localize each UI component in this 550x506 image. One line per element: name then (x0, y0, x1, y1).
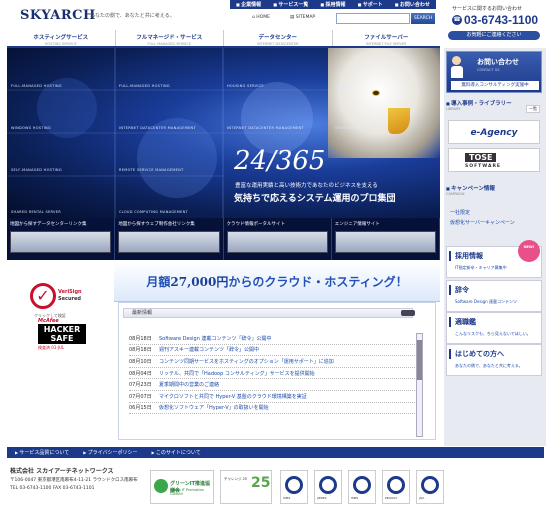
link-strip: 地図から探すデータセンターリンク集 地図から探すウェブ制作会社リンク集 クラウド… (7, 218, 440, 260)
category-file-server[interactable]: ファイルサーバー INTERNET FILE SERVER (333, 30, 441, 46)
hero-tile: WINDOWS HOSTING (11, 126, 51, 130)
check-icon: ✓ (30, 283, 56, 309)
news-item[interactable]: 08月18日 Software Design 連載コンテンツ「辞令」公開中 (129, 333, 419, 345)
footer-address: 〒106-0047 東京都港区南麻布4-11-21 ラウンドクロス南麻布 (10, 478, 138, 483)
sidebar-campaign-heading: キャンペーン情報 CAMPAIGN (446, 184, 542, 200)
home-link[interactable]: ⌂ HOME (252, 15, 270, 20)
category-full-managed[interactable]: フルマネージド・サービス FULL MANAGED SERVICE (116, 30, 224, 46)
search-input[interactable] (336, 13, 410, 24)
sitemap-link[interactable]: ▤ SITEMAP (290, 15, 315, 20)
strip-cloud-portal[interactable]: クラウド情報ポータルサイト (224, 218, 332, 260)
hero-tile: FULL-MANAGED HOSTING (11, 84, 62, 88)
new-badge: NEW! (518, 240, 540, 262)
news-item[interactable]: 06月15日 仮想化ソフトウェア「Hyper-V」の取扱いを開始 (129, 403, 419, 415)
cert-logo[interactable]: ISMS (280, 470, 308, 504)
cases-more-link[interactable]: 一覧 (526, 105, 540, 113)
strip-web-links[interactable]: 地図から探すウェブ制作会社リンク集 (115, 218, 224, 260)
hero-banner[interactable]: FULL-MANAGED HOSTING FULL-MANAGED HOSTIN… (7, 48, 440, 218)
cert-logo[interactable]: JQA (416, 470, 444, 504)
news-scrollbar[interactable] (416, 333, 423, 437)
card-first-time[interactable]: はじめての方へ あなたの側で、あなたと共に考える。 (446, 344, 542, 376)
top-nav-recruit[interactable]: 採用情報 (320, 1, 346, 8)
tel-label: サービスに関するお問い合わせ (452, 6, 523, 12)
campaign-link[interactable]: 仮想化サーバーキャンペーン (450, 219, 515, 226)
hero-tile: INTERNET DATACENTER MANAGEMENT (119, 126, 196, 130)
news-item[interactable]: 07月23日 夏季期間中の営業のご連絡 (129, 379, 419, 391)
site-logo[interactable]: SKYARCH (20, 8, 96, 23)
news-panel: 最新情報 08月18日 Software Design 連載コンテンツ「辞令」公開… (118, 302, 436, 440)
news-item[interactable]: 08月10日 コンテンツ同期サービスをホスティングのオプション「運用サポート」に追… (129, 356, 419, 368)
top-nav: 企業情報 サービス一覧 採用情報 サポート お問い合わせ (230, 0, 436, 9)
contact-button[interactable]: お気軽にご連絡ください (448, 31, 540, 40)
top-nav-company[interactable]: 企業情報 (236, 1, 261, 8)
mcafee-badge[interactable]: McAfee HACKER SAFE 検査済 01-JUL (38, 318, 92, 354)
sidebar-contact[interactable]: お問い合わせ CONTACT US 無料導入コンサルティング実施中 (446, 51, 542, 93)
sidebar-cases-heading: 導入事例・ライブラリー LIBRARY 一覧 (446, 99, 542, 115)
green-it-logo[interactable]: グリーンIT推進協議会 Green IT Promotion Council (150, 470, 214, 504)
hero-tile: FULL-MANAGED HOSTING (119, 84, 170, 88)
cloud-hosting-banner[interactable]: 月額27,000円からのクラウド・ホスティング！ (114, 262, 440, 302)
search-button[interactable]: SEARCH (411, 13, 435, 24)
news-item[interactable]: 08月04日 リッテル、共同で「Hadoop コンサルティング」サービスを提供開始 (129, 368, 419, 380)
top-nav-services[interactable]: サービス一覧 (273, 1, 308, 8)
hero-tile: GROUPWARE (335, 126, 361, 130)
eagle-eye (372, 90, 380, 96)
thumbnail (10, 231, 112, 253)
footer-link-about[interactable]: このサイトについて (151, 449, 201, 456)
category-hosting[interactable]: ホスティングサービス HOSTING SERVICE (7, 30, 116, 46)
news-item[interactable]: 08月18日 週刊アスキー連載コンテンツ「辞令」公開中 (129, 345, 419, 357)
hero-tile: PEERLY (335, 84, 350, 88)
hero-headline: 気持ちで応えるシステム運用のプロ集団 (234, 194, 396, 204)
hero-subcopy: 豊富な運用実績と高い技術力であなたのビジネスを支える (235, 183, 378, 189)
thumbnail (118, 231, 220, 253)
hero-big-number: 24/365 (234, 146, 326, 176)
top-nav-contact[interactable]: お問い合わせ (395, 1, 430, 8)
news-item[interactable]: 07月07日 マイクロソフトと共同で Hyper-V 基盤のクラウド環境構築を実証 (129, 391, 419, 403)
footer-nav: サービス品質について プライバシーポリシー このサイトについて (7, 447, 544, 458)
hero-tile: CLOUD COMPUTING MANAGEMENT (119, 210, 188, 214)
card-jirei[interactable]: 辞令 Software Design 連載コンテンツ (446, 280, 542, 312)
footer-company: 株式会社 スカイアーチネットワークス (10, 468, 114, 475)
leaf-icon (154, 479, 168, 493)
tose-logo[interactable]: TOSE SOFTWARE (448, 148, 540, 172)
tagline: あなたの側で、あなたと共に考える。 (90, 13, 175, 19)
thumbnail (334, 231, 436, 253)
person-icon (451, 56, 463, 78)
eagle-image (328, 48, 440, 158)
category-nav: ホスティングサービス HOSTING SERVICE フルマネージド・サービス FU… (7, 30, 440, 48)
footer-link-quality[interactable]: サービス品質について (15, 449, 69, 456)
cert-logo[interactable]: PRIVACY (382, 470, 410, 504)
thumbnail (226, 231, 328, 253)
verisign-badge[interactable]: ✓ VeriSign Secured クリックして検証 (30, 283, 92, 319)
cert-logo[interactable]: ISMS (348, 470, 376, 504)
cert-logo[interactable]: JIPDEC (314, 470, 342, 504)
challenge25-logo[interactable]: チャレンジ 25 25 (220, 470, 272, 504)
scroll-thumb[interactable] (417, 340, 422, 380)
top-nav-support[interactable]: サポート (358, 1, 383, 8)
card-tekishoku[interactable]: 適職鑑 こんなリスクも、ちら見えないでほしい。 (446, 312, 542, 344)
footer-link-privacy[interactable]: プライバシーポリシー (83, 449, 138, 456)
category-datacenter[interactable]: データセンター INTERNET DATACENTER (224, 30, 333, 46)
hero-tile: HOUSING SERVICE (227, 84, 264, 88)
strip-datacenter-links[interactable]: 地図から探すデータセンターリンク集 (7, 218, 116, 260)
hero-tile: SHARED RENTAL SERVER (11, 210, 61, 214)
footer-tel: TEL 03-6743-1100 FAX 03-6743-1101 (10, 486, 95, 491)
campaign-link[interactable]: 一社限定 (450, 209, 470, 216)
eagency-logo[interactable]: e-Agency (448, 120, 540, 144)
tel-number: 03-6743-1100 (464, 13, 539, 27)
news-title: 最新情報 (123, 308, 413, 318)
hero-tile: INTERNET DATACENTER MANAGEMENT (227, 126, 304, 130)
phone-icon: ☎ (452, 15, 462, 25)
news-more-button[interactable] (401, 310, 415, 316)
hero-tile: SELF-MANAGED HOSTING (11, 168, 62, 172)
hero-tile: REMOTE SERVICE MANAGEMENT (119, 168, 184, 172)
strip-engineer-site[interactable]: エンジニア情報サイト (332, 218, 440, 260)
